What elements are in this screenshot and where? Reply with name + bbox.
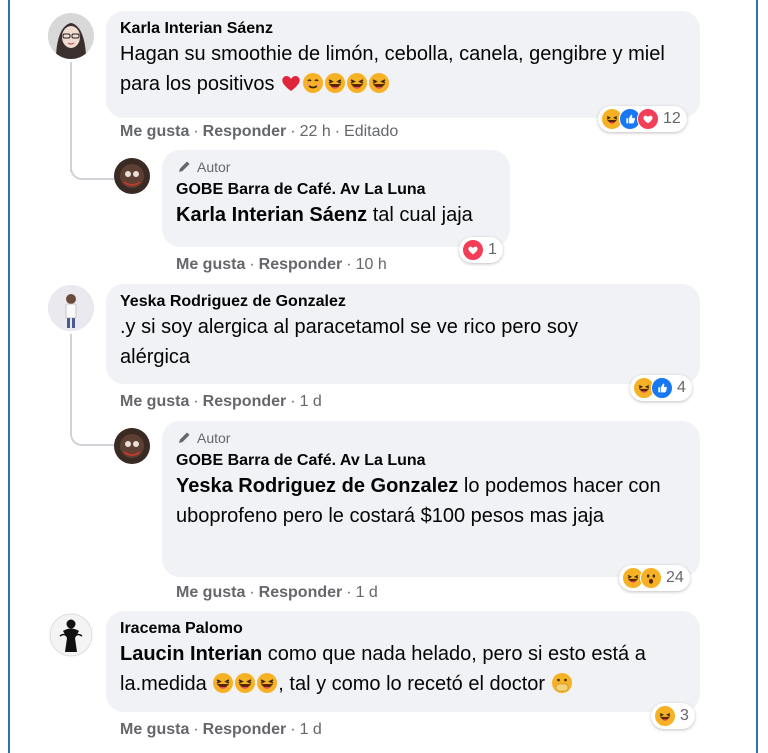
red-heart-icon — [280, 72, 302, 94]
laughing-face-icon — [234, 672, 256, 694]
like-reaction-icon — [651, 377, 673, 399]
comment-bubble: Karla Interian Sáenz Hagan su smoothie d… — [106, 11, 700, 118]
comment-actions: Me gusta · Responder · 22 h · Editado — [120, 123, 399, 140]
laughing-face-icon — [324, 72, 346, 94]
comment-body: .y si soy alergica al paracetamol se ve … — [120, 316, 578, 368]
reply-button[interactable]: Responder — [203, 721, 287, 738]
reply-button[interactable]: Responder — [259, 584, 343, 601]
wow-reaction-icon — [640, 567, 662, 589]
author-badge-label: Autor — [197, 430, 231, 446]
like-button[interactable]: Me gusta — [176, 256, 245, 273]
comment-actions: Me gusta · Responder · 1 d — [120, 393, 322, 410]
avatar[interactable] — [48, 612, 94, 658]
edited-label: Editado — [344, 123, 399, 140]
comment-author[interactable]: Yeska Rodriguez de Gonzalez — [120, 292, 686, 312]
timestamp[interactable]: 1 d — [300, 393, 322, 410]
comment-text: Hagan su smoothie de limón, cebolla, can… — [120, 39, 686, 99]
comment-text: Yeska Rodriguez de Gonzalez lo podemos h… — [176, 471, 676, 531]
page-avatar[interactable] — [114, 158, 150, 194]
reply-connector — [70, 418, 114, 446]
reaction-count: 4 — [677, 379, 686, 396]
like-button[interactable]: Me gusta — [120, 393, 189, 410]
page-avatar[interactable] — [114, 428, 150, 464]
author-badge-label: Autor — [197, 159, 231, 175]
love-reaction-icon — [637, 108, 659, 130]
reply-bubble: Autor GOBE Barra de Café. Av La Luna Kar… — [162, 150, 510, 247]
avatar[interactable] — [48, 13, 94, 59]
timestamp[interactable]: 1 d — [356, 584, 378, 601]
reaction-count: 1 — [488, 241, 497, 258]
like-button[interactable]: Me gusta — [120, 721, 189, 738]
comment-body: tal cual jaja — [367, 204, 473, 226]
hand-over-mouth-face-icon — [551, 672, 573, 694]
reaction-summary[interactable]: 4 — [630, 375, 692, 401]
comment-author[interactable]: Iracema Palomo — [120, 619, 686, 639]
timestamp[interactable]: 22 h — [300, 123, 331, 140]
laughing-face-icon — [368, 72, 390, 94]
comment-actions: Me gusta · Responder · 1 d — [176, 584, 378, 601]
author-badge: Autor — [176, 158, 496, 176]
user-photo-icon — [48, 612, 94, 658]
pencil-icon — [179, 161, 190, 172]
page-logo-icon — [114, 158, 150, 194]
comments-panel: Karla Interian Sáenz Hagan su smoothie d… — [8, 0, 758, 753]
reaction-summary[interactable]: 1 — [459, 237, 503, 263]
like-button[interactable]: Me gusta — [120, 123, 189, 140]
timestamp[interactable]: 10 h — [356, 256, 387, 273]
pencil-icon — [179, 432, 190, 443]
comment-text: .y si soy alergica al paracetamol se ve … — [120, 312, 640, 372]
reply-button[interactable]: Responder — [203, 393, 287, 410]
comment-actions: Me gusta · Responder · 1 d — [120, 721, 322, 738]
comment-body-continued: , tal y como lo recetó el doctor — [278, 673, 546, 695]
reply-button[interactable]: Responder — [259, 256, 343, 273]
reply-connector — [70, 150, 114, 180]
mention-link[interactable]: Laucin Interian — [120, 643, 262, 665]
laughing-face-icon — [212, 672, 234, 694]
comment-text: Laucin Interian como que nada helado, pe… — [120, 639, 680, 699]
comment-author[interactable]: GOBE Barra de Café. Av La Luna — [176, 451, 686, 471]
reaction-count: 3 — [680, 707, 689, 724]
reply-button[interactable]: Responder — [203, 123, 287, 140]
user-photo-icon — [48, 285, 94, 331]
reaction-summary[interactable]: 12 — [598, 106, 687, 132]
comment-author[interactable]: Karla Interian Sáenz — [120, 19, 686, 39]
comment-bubble: Iracema Palomo Laucin Interian como que … — [106, 611, 700, 712]
laughing-face-icon — [256, 672, 278, 694]
reaction-summary[interactable]: 3 — [651, 703, 695, 729]
reply-bubble: Autor GOBE Barra de Café. Av La Luna Yes… — [162, 421, 700, 577]
comment-text: Karla Interian Sáenz tal cual jaja — [176, 200, 496, 230]
reaction-summary[interactable]: 24 — [619, 565, 690, 591]
mention-link[interactable]: Yeska Rodriguez de Gonzalez — [176, 475, 458, 497]
mention-link[interactable]: Karla Interian Sáenz — [176, 204, 367, 226]
comment-actions: Me gusta · Responder · 10 h — [176, 256, 387, 273]
user-photo-icon — [48, 13, 94, 59]
like-button[interactable]: Me gusta — [176, 584, 245, 601]
timestamp[interactable]: 1 d — [300, 721, 322, 738]
love-reaction-icon — [462, 239, 484, 261]
avatar[interactable] — [48, 285, 94, 331]
reaction-count: 24 — [666, 569, 684, 586]
author-badge: Autor — [176, 429, 686, 447]
haha-reaction-icon — [654, 705, 676, 727]
page-logo-icon — [114, 428, 150, 464]
smiling-face-icon — [302, 72, 324, 94]
laughing-face-icon — [346, 72, 368, 94]
comment-body: Hagan su smoothie de limón, cebolla, can… — [120, 43, 665, 95]
reaction-count: 12 — [663, 110, 681, 127]
comment-author[interactable]: GOBE Barra de Café. Av La Luna — [176, 180, 496, 200]
comment-bubble: Yeska Rodriguez de Gonzalez .y si soy al… — [106, 284, 700, 384]
